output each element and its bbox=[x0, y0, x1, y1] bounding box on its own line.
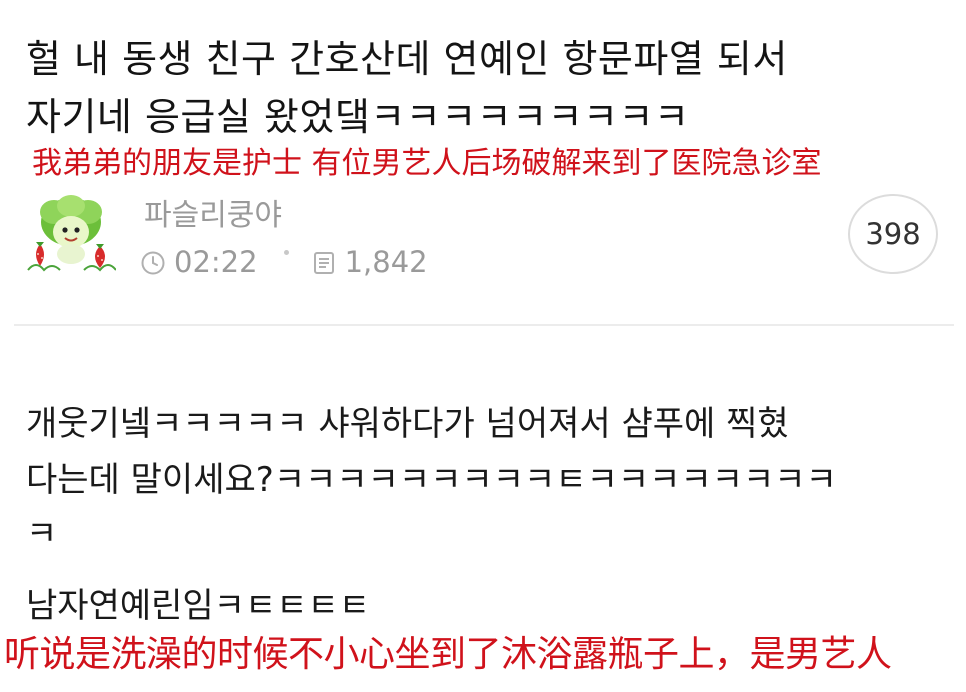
post-time: 02:22 bbox=[174, 245, 258, 279]
comment-line-2: 다는데 말이세요?ㅋㅋㅋㅋㅋㅋㅋㅋㅋㅌㅋㅋㅋㅋㅋㅋㅋㅋ bbox=[26, 460, 837, 500]
post-stats: 02:22 1,842 bbox=[140, 244, 428, 280]
cabbage-character-avatar-icon bbox=[27, 195, 117, 272]
comment-text: 개웃기넼ㅋㅋㅋㅋㅋ 샤워하다가 넘어져서 샴푸에 찍혔 다는데 말이세요?ㅋㅋㅋ… bbox=[26, 396, 946, 562]
document-icon bbox=[311, 249, 337, 275]
avatar[interactable] bbox=[26, 192, 117, 272]
post-title: 헐 내 동생 친구 간호산데 연예인 항문파열 되서 자기네 응급실 왔었댘ㅋㅋ… bbox=[26, 30, 926, 146]
post-title-line-2: 자기네 응급실 왔었댘ㅋㅋㅋㅋㅋㅋㅋㅋㅋ bbox=[26, 95, 690, 139]
comment-line-3: ㅋ bbox=[26, 514, 58, 554]
comment-count-button[interactable]: 398 bbox=[848, 194, 938, 274]
post-views: 1,842 bbox=[344, 245, 428, 279]
post-title-line-1: 헐 내 동생 친구 간호산데 연예인 항문파열 되서 bbox=[26, 37, 788, 81]
comment-line-1: 개웃기넼ㅋㅋㅋㅋㅋ 샤워하다가 넘어져서 샴푸에 찍혔 bbox=[26, 404, 789, 444]
post-meta: 파슬리쿵야 02:22 1,842 398 bbox=[26, 188, 941, 288]
translation-caption-comment: 听说是洗澡的时候不小心坐到了沐浴露瓶子上，是男艺人 bbox=[4, 634, 892, 675]
divider bbox=[14, 324, 954, 326]
separator-dot bbox=[283, 249, 289, 255]
translation-caption-title: 我弟弟的朋友是护士 有位男艺人后场破解来到了医院急诊室 bbox=[32, 146, 822, 181]
clock-icon bbox=[140, 249, 166, 275]
comment-line-4: 남자연예린임ㅋㅌㅌㅌㅌ bbox=[26, 586, 371, 626]
author-name[interactable]: 파슬리쿵야 bbox=[144, 190, 282, 234]
